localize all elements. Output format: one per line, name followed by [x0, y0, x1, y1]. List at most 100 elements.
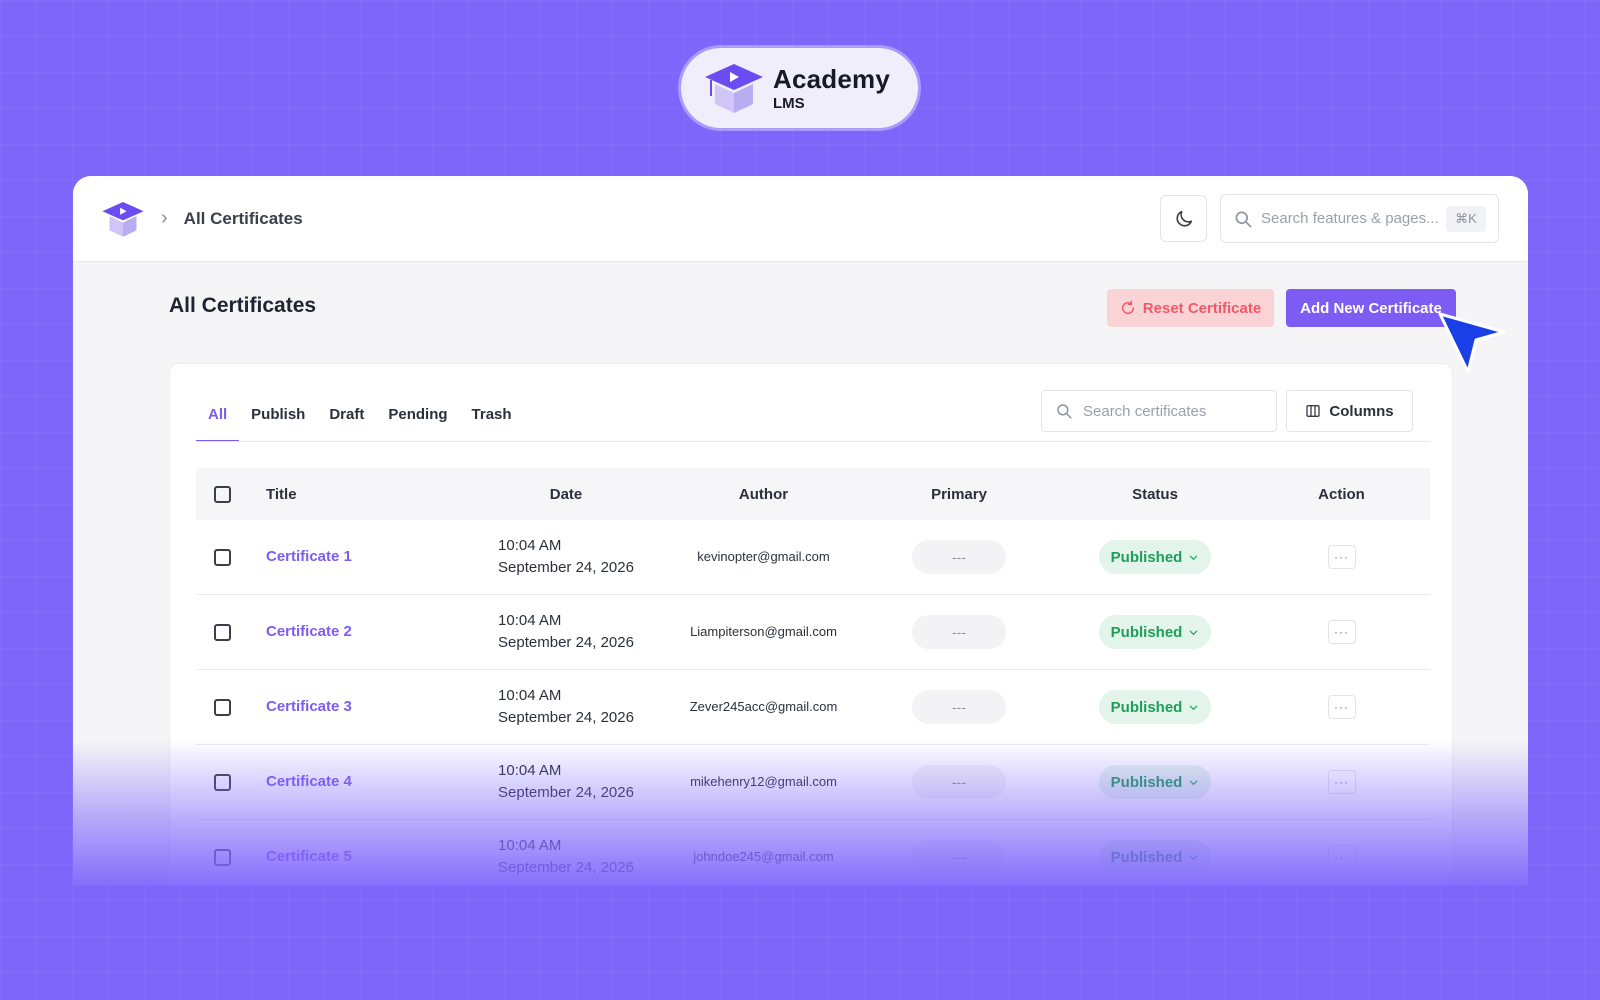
- certificates-card: All Publish Draft Pending Trash Search c…: [169, 363, 1453, 886]
- chevron-down-icon: [1190, 630, 1198, 635]
- row-author: mikehenry12@gmail.com: [690, 774, 837, 789]
- pointer-cursor-icon: [1438, 312, 1506, 374]
- certificate-title-link[interactable]: Certificate 1: [266, 548, 352, 565]
- brand-badge: Academy LMS: [681, 48, 918, 128]
- columns-label: Columns: [1329, 402, 1394, 420]
- status-label: Published: [1110, 623, 1183, 641]
- header-action: Action: [1318, 485, 1365, 503]
- row-day: September 24, 2026: [498, 784, 634, 801]
- row-checkbox[interactable]: [214, 623, 231, 641]
- row-day: September 24, 2026: [498, 559, 634, 576]
- select-all-checkbox[interactable]: [214, 485, 231, 503]
- status-label: Published: [1110, 848, 1183, 866]
- chevron-down-icon: [1190, 555, 1198, 560]
- primary-toggle[interactable]: ---: [912, 690, 1006, 724]
- top-bar: › All Certificates Search features & pag…: [73, 176, 1528, 262]
- table-row: Certificate 4 10:04 AM September 24, 2026…: [196, 745, 1430, 820]
- shortcut-badge: ⌘K: [1446, 206, 1486, 232]
- row-time: 10:04 AM: [498, 762, 562, 779]
- tabs-divider: [196, 441, 1430, 442]
- row-actions-button[interactable]: ···: [1327, 545, 1356, 569]
- certificates-table: Title Date Author Primary Status Action …: [196, 468, 1430, 886]
- row-checkbox[interactable]: [214, 698, 231, 716]
- row-date: 10:04 AM September 24, 2026: [498, 835, 634, 879]
- row-author: Zever245acc@gmail.com: [689, 699, 838, 714]
- status-dropdown[interactable]: Published: [1098, 840, 1212, 874]
- table-row: Certificate 5 10:04 AM September 24, 2026…: [196, 820, 1430, 886]
- status-dropdown[interactable]: Published: [1098, 765, 1212, 799]
- row-day: September 24, 2026: [498, 859, 634, 876]
- search-icon: [1057, 404, 1072, 419]
- row-actions-button[interactable]: ···: [1327, 845, 1356, 869]
- brand-sub: LMS: [773, 94, 805, 112]
- row-date: 10:04 AM September 24, 2026: [498, 535, 634, 579]
- brand-name: Academy: [773, 63, 891, 94]
- row-checkbox[interactable]: [214, 848, 231, 866]
- refresh-icon: [1121, 300, 1134, 315]
- status-dropdown[interactable]: Published: [1098, 540, 1212, 574]
- chevron-right-icon: ›: [161, 207, 168, 229]
- global-search-input[interactable]: Search features & pages... ⌘K: [1220, 194, 1499, 243]
- table-row: Certificate 3 10:04 AM September 24, 2026…: [196, 670, 1430, 745]
- reset-certificate-button[interactable]: Reset Certificate: [1107, 289, 1274, 327]
- row-author: kevinopter@gmail.com: [697, 549, 830, 564]
- primary-toggle[interactable]: ---: [912, 765, 1006, 799]
- status-tabs: All Publish Draft Pending Trash: [196, 392, 524, 442]
- certificate-title-link[interactable]: Certificate 2: [266, 623, 352, 640]
- app-logo-icon[interactable]: [101, 198, 145, 240]
- theme-toggle-button[interactable]: [1160, 195, 1207, 242]
- row-actions-button[interactable]: ···: [1327, 620, 1356, 644]
- moon-icon: [1175, 210, 1192, 227]
- page-title: All Certificates: [169, 294, 317, 317]
- tab-publish[interactable]: Publish: [239, 392, 317, 442]
- row-author: Liampiterson@gmail.com: [690, 624, 837, 639]
- chevron-down-icon: [1190, 705, 1198, 710]
- columns-icon: [1306, 405, 1321, 417]
- header-title[interactable]: Title: [266, 486, 466, 503]
- breadcrumb[interactable]: All Certificates: [184, 209, 303, 229]
- row-time: 10:04 AM: [498, 687, 562, 704]
- row-date: 10:04 AM September 24, 2026: [498, 610, 634, 654]
- header-status[interactable]: Status: [1057, 486, 1253, 503]
- certificate-search-placeholder: Search certificates: [1083, 402, 1207, 420]
- chevron-down-icon: [1190, 780, 1198, 785]
- add-new-certificate-button[interactable]: Add New Certificate: [1286, 289, 1456, 327]
- table-row: Certificate 2 10:04 AM September 24, 2026…: [196, 595, 1430, 670]
- graduation-cap-logo-icon: [705, 64, 763, 113]
- table-row: Certificate 1 10:04 AM September 24, 2026…: [196, 520, 1430, 595]
- primary-toggle[interactable]: ---: [912, 840, 1006, 874]
- row-checkbox[interactable]: [214, 548, 231, 566]
- header-primary[interactable]: Primary: [861, 486, 1057, 503]
- status-label: Published: [1110, 548, 1183, 566]
- row-time: 10:04 AM: [498, 612, 562, 629]
- primary-toggle[interactable]: ---: [912, 615, 1006, 649]
- certificate-title-link[interactable]: Certificate 3: [266, 698, 352, 715]
- row-time: 10:04 AM: [498, 837, 562, 854]
- status-label: Published: [1110, 698, 1183, 716]
- status-dropdown[interactable]: Published: [1098, 615, 1212, 649]
- search-icon: [1235, 211, 1252, 227]
- header-date[interactable]: Date: [466, 486, 666, 503]
- tab-draft[interactable]: Draft: [317, 392, 376, 442]
- columns-button[interactable]: Columns: [1286, 390, 1413, 432]
- certificate-search-input[interactable]: Search certificates: [1041, 390, 1277, 432]
- certificate-title-link[interactable]: Certificate 5: [266, 848, 352, 865]
- tab-pending[interactable]: Pending: [376, 392, 459, 442]
- status-dropdown[interactable]: Published: [1098, 690, 1212, 724]
- certificate-title-link[interactable]: Certificate 4: [266, 773, 352, 790]
- tab-trash[interactable]: Trash: [460, 392, 524, 442]
- tab-all[interactable]: All: [196, 392, 240, 442]
- table-header: Title Date Author Primary Status Action: [196, 468, 1430, 520]
- row-actions-button[interactable]: ···: [1327, 695, 1356, 719]
- app-window: › All Certificates Search features & pag…: [73, 176, 1528, 886]
- chevron-down-icon: [1190, 855, 1198, 860]
- row-actions-button[interactable]: ···: [1327, 770, 1356, 794]
- row-time: 10:04 AM: [498, 537, 562, 554]
- row-checkbox[interactable]: [214, 773, 231, 791]
- header-author[interactable]: Author: [666, 486, 861, 503]
- row-author: johndoe245@gmail.com: [693, 849, 834, 864]
- primary-toggle[interactable]: ---: [912, 540, 1006, 574]
- global-search-placeholder: Search features & pages...: [1261, 210, 1439, 227]
- reset-certificate-label: Reset Certificate: [1142, 299, 1262, 317]
- row-day: September 24, 2026: [498, 709, 634, 726]
